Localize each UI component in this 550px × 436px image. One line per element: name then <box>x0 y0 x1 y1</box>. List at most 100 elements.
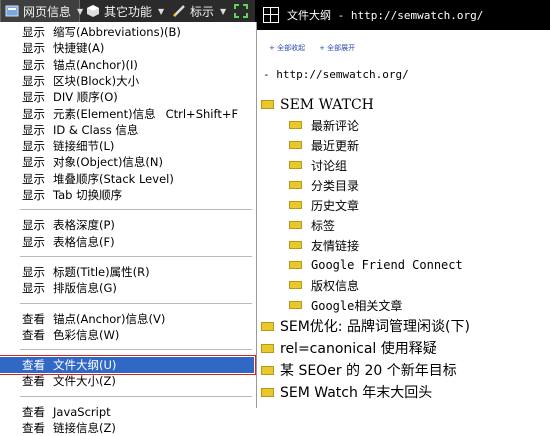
menu-item-verb: 显示 <box>22 25 45 39</box>
menu-item[interactable]: 显示 元素(Element)信息 Ctrl+Shift+F <box>0 106 254 122</box>
heading-marker-icon <box>261 365 274 375</box>
dropdown-arrow-icon: ▼ <box>220 6 227 16</box>
outline-heading-text: Google相关文章 <box>311 298 403 313</box>
outline-heading-text: 历史文章 <box>311 198 360 213</box>
outline-heading-2[interactable]: Google Friend Connect <box>261 255 470 275</box>
menu-item-verb: 查看 <box>22 311 45 326</box>
menu-item[interactable]: 显示 对象(Object)信息(N) <box>0 154 254 170</box>
menu-item-label: 锚点(Anchor)(I) <box>53 57 138 72</box>
outline-heading-2[interactable]: Google相关文章 <box>261 295 470 315</box>
menu-item[interactable]: 查看 JavaScript <box>0 404 254 420</box>
menu-item-label: 表格信息(F) <box>53 234 115 249</box>
menu-item[interactable]: 查看 色彩信息(W) <box>0 327 254 343</box>
pencil-icon <box>172 4 186 18</box>
menu-separator <box>20 209 252 211</box>
menu-item-verb: 查看 <box>22 374 45 389</box>
outline-heading-2[interactable]: 友情链接 <box>261 235 470 255</box>
menu-item-label: 色彩信息(W) <box>53 327 120 342</box>
resize-tool-button[interactable] <box>234 0 248 22</box>
heading-marker-icon <box>289 221 302 229</box>
menu-item-verb: 显示 <box>22 188 45 202</box>
outline-heading-2[interactable]: 历史文章 <box>261 195 470 215</box>
outline-heading-text: 最新评论 <box>311 118 360 133</box>
menu-item-label: 链接信息(Z) <box>53 421 116 435</box>
other-functions-label: 其它功能 <box>104 4 153 19</box>
menu-item-label: 锚点(Anchor)信息(V) <box>53 311 166 326</box>
menu-item[interactable]: 显示 表格信息(F) <box>0 234 254 250</box>
menu-item[interactable]: 显示 表格深度(P) <box>0 217 254 233</box>
menu-item[interactable]: 显示 排版信息(G) <box>0 280 254 296</box>
outline-toolbar-links: + 全部收起 + 全部展开 <box>269 43 355 53</box>
heading-marker-icon <box>289 181 302 189</box>
menu-item[interactable]: 显示 链接细节(L) <box>0 138 254 154</box>
mark-menu-button[interactable]: 标示 ▼ <box>172 0 226 22</box>
outline-heading-1[interactable]: SEM Watch 年末大回头 <box>261 381 470 403</box>
outline-heading-1[interactable]: SEM优化: 品牌词管理闲谈(下) <box>261 315 470 337</box>
outline-heading-2[interactable]: 讨论组 <box>261 155 470 175</box>
expand-all-link[interactable]: + 全部展开 <box>319 43 355 53</box>
menu-item-label: 对象(Object)信息(N) <box>53 155 164 170</box>
other-functions-menu-button[interactable]: 其它功能 ▼ <box>86 0 164 22</box>
outline-heading-1[interactable]: SEM WATCH <box>261 94 470 115</box>
menu-item-label: 表格深度(P) <box>53 218 115 233</box>
outline-heading-2[interactable]: 最新评论 <box>261 115 470 135</box>
outline-heading-text: SEM Watch 年末大回头 <box>280 385 433 401</box>
menu-item-label: 文件大纲(U) <box>53 358 117 373</box>
outline-heading-1[interactable]: rel=canonical 使用释疑 <box>261 337 470 359</box>
menu-item-verb: 显示 <box>22 234 45 249</box>
window-grid-icon <box>263 7 279 23</box>
outline-tree: SEM WATCH 最新评论 最近更新 讨论组 分类目录 历史文章 标签 友情链接 Google… <box>261 94 470 403</box>
menu-item[interactable]: 查看 文件大小(Z) <box>0 373 254 389</box>
heading-marker-icon <box>289 281 302 289</box>
outline-title: 文件大纲 - http://semwatch.org/ <box>287 9 484 22</box>
heading-marker-icon <box>289 161 302 169</box>
dropdown-arrow-icon: ▼ <box>77 6 84 16</box>
menu-item[interactable]: 显示 缩写(Abbreviations)(B) <box>0 24 254 40</box>
mark-label: 标示 <box>190 4 215 19</box>
outline-heading-2[interactable]: 最近更新 <box>261 135 470 155</box>
menu-item-label: 元素(Element)信息 <box>53 106 156 121</box>
menu-item-label: ID & Class 信息 <box>53 122 139 137</box>
outline-heading-text: 最近更新 <box>311 138 360 153</box>
menu-item[interactable]: 显示 堆叠顺序(Stack Level) <box>0 171 254 187</box>
menu-item-verb: 显示 <box>22 155 45 170</box>
menu-item[interactable]: 查看 链接信息(Z) <box>0 420 254 436</box>
menu-item[interactable]: 显示 快捷键(A) <box>0 40 254 56</box>
menu-item-label: 区块(Block)大小 <box>53 73 140 88</box>
outline-heading-text: rel=canonical 使用释疑 <box>280 341 437 357</box>
menu-item-label: 堆叠顺序(Stack Level) <box>53 171 174 186</box>
menu-item[interactable]: 显示 DIV 顺序(O) <box>0 89 254 105</box>
menu-item-verb: 显示 <box>22 264 45 279</box>
outline-heading-2[interactable]: 版权信息 <box>261 275 470 295</box>
collapse-all-link[interactable]: + 全部收起 <box>269 43 305 53</box>
menu-item[interactable]: 查看 文件大纲(U) <box>0 355 256 376</box>
menu-item[interactable]: 显示 标题(Title)属性(R) <box>0 264 254 280</box>
outline-heading-1[interactable]: 某 SEOer 的 20 个新年目标 <box>261 359 470 381</box>
info-icon <box>5 4 19 18</box>
menu-item-verb: 显示 <box>22 171 45 186</box>
page-info-dropdown-menu: 显示 缩写(Abbreviations)(B) 显示 快捷键(A) 显示 锚点(Ancho… <box>0 22 257 435</box>
heading-marker-icon <box>289 121 302 129</box>
outline-heading-2[interactable]: 分类目录 <box>261 175 470 195</box>
heading-marker-icon <box>261 343 274 353</box>
menu-item[interactable]: 显示 ID & Class 信息 <box>0 122 254 138</box>
menu-item[interactable]: 查看 锚点(Anchor)信息(V) <box>0 311 254 327</box>
menu-item[interactable]: 显示 区块(Block)大小 <box>0 73 254 89</box>
page-info-label: 网页信息 <box>23 4 72 19</box>
menu-separator <box>20 395 252 397</box>
menu-item[interactable]: 显示 锚点(Anchor)(I) <box>0 57 254 73</box>
menu-item-label: JavaScript <box>53 404 111 419</box>
menu-item-verb: 显示 <box>22 73 45 88</box>
menu-item[interactable]: 显示 Tab 切换顺序 <box>0 187 254 203</box>
outline-heading-text: 讨论组 <box>311 158 348 173</box>
menu-item-verb: 显示 <box>22 218 45 233</box>
outline-heading-text: 标签 <box>311 218 336 233</box>
expand-icon <box>234 4 248 18</box>
menu-item-verb: 显示 <box>22 41 45 56</box>
menu-item-verb: 显示 <box>22 122 45 137</box>
menu-item-verb: 查看 <box>22 358 45 373</box>
menu-item-verb: 查看 <box>22 421 45 435</box>
page-info-menu-button[interactable]: 网页信息 ▼ <box>0 0 84 22</box>
heading-marker-icon <box>289 301 302 309</box>
outline-heading-2[interactable]: 标签 <box>261 215 470 235</box>
